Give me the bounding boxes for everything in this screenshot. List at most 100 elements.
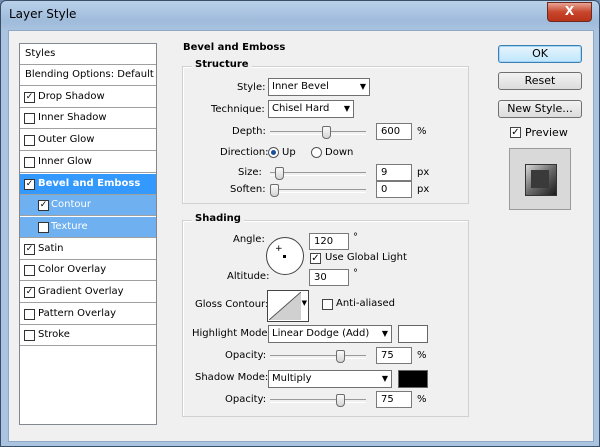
style-checkbox[interactable] xyxy=(24,135,35,147)
close-button[interactable]: X xyxy=(547,2,592,22)
style-list-item[interactable]: ✓ Contour xyxy=(20,195,156,217)
style-checkbox[interactable] xyxy=(24,156,35,168)
chevron-down-icon: ▼ xyxy=(359,82,366,91)
depth-slider-thumb[interactable] xyxy=(321,126,331,139)
style-select[interactable]: Inner Bevel ▼ xyxy=(268,78,370,96)
style-checkbox[interactable]: ✓ xyxy=(24,243,35,255)
preview-checkbox[interactable]: ✓ xyxy=(510,127,521,138)
highlight-opacity-unit: % xyxy=(417,350,427,361)
style-list-item[interactable]: Inner Shadow xyxy=(20,108,156,130)
title-bar[interactable]: Layer Style X xyxy=(1,1,599,29)
direction-up-radio[interactable] xyxy=(268,147,279,158)
gloss-contour-picker[interactable]: ▼ xyxy=(267,290,309,322)
shadow-opacity-track[interactable] xyxy=(270,399,366,403)
shadow-opacity-label: Opacity: xyxy=(225,394,267,405)
new-style-button[interactable]: New Style... xyxy=(498,100,582,118)
highlight-mode-label: Highlight Mode: xyxy=(192,328,271,339)
contour-preview-icon xyxy=(269,292,301,320)
style-checkbox[interactable]: ✓ xyxy=(24,287,35,298)
soften-slider-thumb[interactable] xyxy=(270,184,279,197)
size-slider-track[interactable] xyxy=(270,172,366,176)
style-checkbox[interactable] xyxy=(24,265,35,277)
depth-label: Depth: xyxy=(232,126,266,137)
angle-dial[interactable]: + xyxy=(266,237,304,275)
style-checkbox[interactable] xyxy=(38,221,49,233)
size-slider-thumb[interactable] xyxy=(275,167,285,180)
altitude-unit: ° xyxy=(353,268,358,279)
style-list-item-label: Bevel and Emboss xyxy=(38,177,141,189)
style-checkbox[interactable]: ✓ xyxy=(38,200,49,212)
size-label: Size: xyxy=(238,167,262,178)
crosshair-icon: + xyxy=(275,244,283,254)
depth-input[interactable]: 600 xyxy=(376,123,412,140)
ok-button[interactable]: OK xyxy=(498,45,582,63)
highlight-opacity-thumb[interactable] xyxy=(336,350,345,363)
angle-input[interactable]: 120 xyxy=(309,233,349,250)
style-list-item[interactable]: Color Overlay xyxy=(20,260,156,282)
technique-select-value: Chisel Hard xyxy=(272,103,330,114)
style-list-item[interactable]: Texture xyxy=(20,216,156,238)
soften-slider-track[interactable] xyxy=(270,189,366,193)
technique-select[interactable]: Chisel Hard ▼ xyxy=(268,100,354,118)
style-list-item-label: Pattern Overlay xyxy=(38,307,117,319)
size-unit: px xyxy=(417,167,430,178)
style-checkbox[interactable] xyxy=(24,308,35,320)
gloss-contour-label: Gloss Contour: xyxy=(195,299,269,310)
size-input[interactable]: 9 xyxy=(376,164,412,181)
shadow-color-swatch[interactable] xyxy=(398,370,428,388)
reset-button[interactable]: Reset xyxy=(498,72,582,90)
direction-label: Direction: xyxy=(220,147,269,158)
style-list-item[interactable]: ✓ Satin xyxy=(20,239,156,260)
style-label: Style: xyxy=(237,82,266,93)
chevron-down-icon: ▼ xyxy=(381,329,388,338)
style-select-value: Inner Bevel xyxy=(272,81,329,92)
style-list-item-label: Contour xyxy=(51,199,91,211)
angle-dot xyxy=(283,255,286,258)
altitude-input[interactable]: 30 xyxy=(309,269,349,286)
chevron-down-icon: ▼ xyxy=(381,374,388,383)
layer-style-window: Layer Style X Styles Blending Options: D… xyxy=(0,0,600,447)
soften-unit: px xyxy=(417,184,430,195)
highlight-opacity-input[interactable]: 75 xyxy=(376,347,412,364)
style-list-item[interactable]: Blending Options: Default xyxy=(20,65,156,86)
technique-label: Technique: xyxy=(211,104,265,115)
style-list-item[interactable]: Outer Glow xyxy=(20,130,156,152)
anti-aliased-label: Anti-aliased xyxy=(336,298,396,309)
style-checkbox[interactable] xyxy=(24,330,35,342)
styles-header-label: Styles xyxy=(25,48,56,59)
depth-slider-track[interactable] xyxy=(270,131,366,135)
style-list-item[interactable]: Stroke xyxy=(20,325,156,347)
highlight-mode-select[interactable]: Linear Dodge (Add) ▼ xyxy=(268,325,392,343)
chevron-down-icon: ▼ xyxy=(343,104,350,113)
highlight-color-swatch[interactable] xyxy=(398,325,428,343)
shading-title: Shading xyxy=(192,213,244,224)
shadow-opacity-input[interactable]: 75 xyxy=(376,391,412,408)
style-list-item-label: Color Overlay xyxy=(38,264,107,276)
soften-input[interactable]: 0 xyxy=(376,181,412,198)
style-list-item[interactable]: Inner Glow xyxy=(20,152,156,173)
shadow-mode-select[interactable]: Multiply ▼ xyxy=(268,370,392,388)
highlight-opacity-label: Opacity: xyxy=(225,350,267,361)
chevron-down-icon: ▼ xyxy=(301,299,307,307)
anti-aliased-checkbox[interactable] xyxy=(322,299,333,310)
global-light-checkbox[interactable]: ✓ xyxy=(310,253,321,264)
style-checkbox[interactable]: ✓ xyxy=(24,178,35,190)
style-list-item[interactable]: ✓ Gradient Overlay xyxy=(20,282,156,303)
window-title: Layer Style xyxy=(9,7,77,21)
structure-title: Structure xyxy=(192,59,252,70)
direction-down-radio[interactable] xyxy=(311,147,322,158)
styles-header[interactable]: Styles xyxy=(20,44,156,65)
angle-label: Angle: xyxy=(233,234,265,245)
style-list-item[interactable]: ✓ Drop Shadow xyxy=(20,87,156,108)
style-checkbox[interactable]: ✓ xyxy=(24,91,35,103)
shadow-mode-value: Multiply xyxy=(272,373,312,384)
dialog-body: Styles Blending Options: Default ✓ Drop Sh… xyxy=(8,30,594,442)
style-list-item[interactable]: Pattern Overlay xyxy=(20,304,156,325)
style-list-item-label: Inner Glow xyxy=(38,155,92,167)
styles-list: Styles Blending Options: Default ✓ Drop Sh… xyxy=(19,43,157,425)
depth-unit: % xyxy=(417,126,427,137)
shadow-opacity-thumb[interactable] xyxy=(336,394,345,407)
style-checkbox[interactable] xyxy=(24,113,35,125)
highlight-opacity-track[interactable] xyxy=(270,355,366,359)
style-list-item[interactable]: ✓ Bevel and Emboss xyxy=(20,173,156,195)
